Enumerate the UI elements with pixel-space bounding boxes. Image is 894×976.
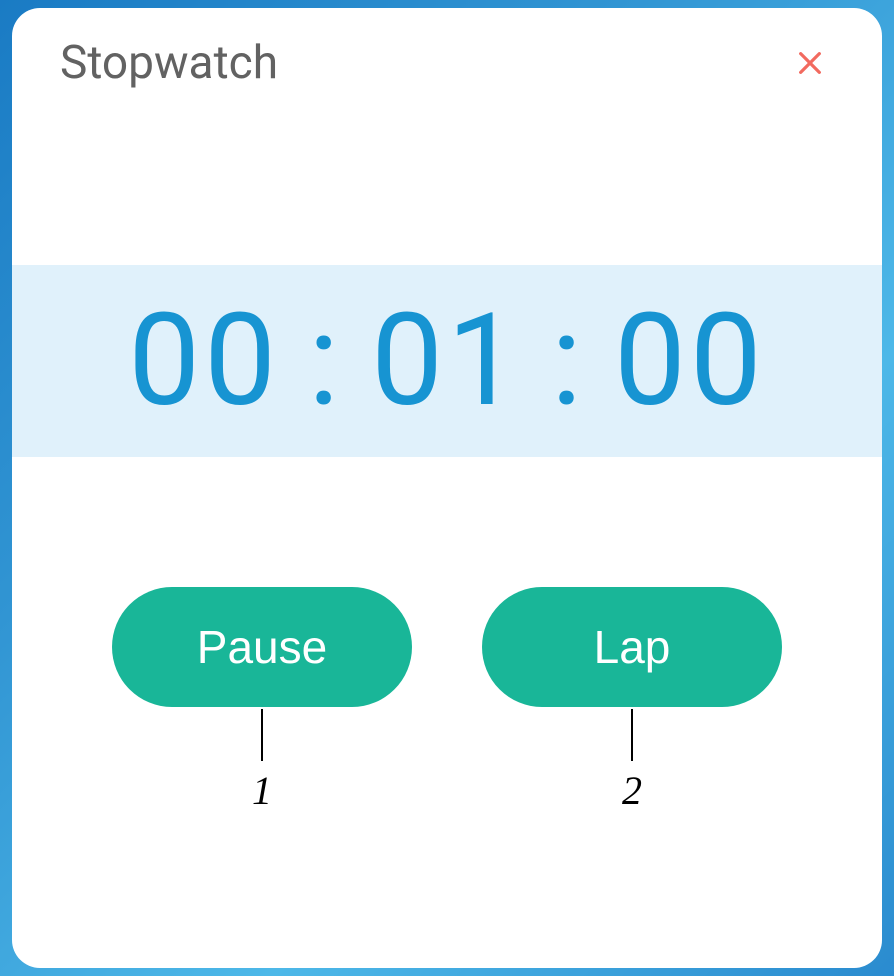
time-display: 00 : 01 : 00 xyxy=(12,265,882,457)
page-title: Stopwatch xyxy=(60,36,278,90)
time-hours: 00 xyxy=(128,297,280,425)
callout-line xyxy=(631,709,633,761)
callout-number: 1 xyxy=(252,767,272,814)
close-button[interactable] xyxy=(786,39,834,87)
button-row: Pause 1 Lap 2 xyxy=(12,587,882,814)
time-separator: : xyxy=(308,297,343,425)
pause-button[interactable]: Pause xyxy=(112,587,412,707)
time-minutes: 01 xyxy=(371,297,523,425)
lap-button-group: Lap 2 xyxy=(482,587,782,814)
header: Stopwatch xyxy=(12,8,882,90)
stopwatch-card: Stopwatch 00 : 01 : 00 Pause 1 Lap 2 xyxy=(12,8,882,968)
pause-button-group: Pause 1 xyxy=(112,587,412,814)
callout-number: 2 xyxy=(622,767,642,814)
time-separator: : xyxy=(551,297,586,425)
callout-line xyxy=(261,709,263,761)
time-seconds: 00 xyxy=(614,297,766,425)
lap-button[interactable]: Lap xyxy=(482,587,782,707)
close-icon xyxy=(794,47,826,79)
